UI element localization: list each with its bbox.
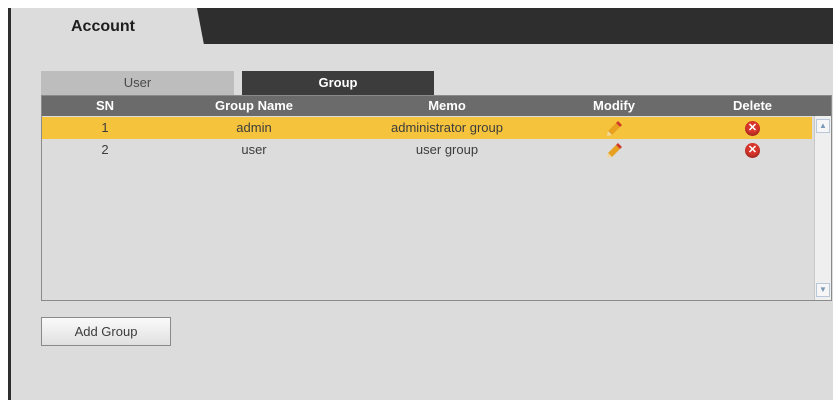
- pencil-icon[interactable]: [606, 120, 622, 137]
- subtab-group[interactable]: Group: [242, 71, 434, 95]
- header-group-name: Group Name: [214, 98, 293, 113]
- row-sn: 1: [101, 120, 109, 135]
- row-group-name: user: [241, 142, 267, 157]
- header-delete: Delete: [732, 98, 773, 113]
- table-row[interactable]: 1 admin administrator group ✕: [42, 117, 812, 139]
- scroll-up-icon[interactable]: ▲: [816, 119, 830, 133]
- subtab-user[interactable]: User: [41, 71, 234, 95]
- delete-icon[interactable]: ✕: [745, 121, 760, 137]
- scroll-down-icon[interactable]: ▼: [816, 283, 830, 297]
- row-memo: user group: [415, 142, 479, 157]
- delete-button[interactable]: ✕: [674, 139, 831, 161]
- header-sn: SN: [95, 98, 115, 113]
- table-header: SN Group Name Memo Modify Delete: [42, 96, 831, 116]
- delete-icon[interactable]: ✕: [745, 143, 760, 159]
- row-memo: administrator group: [391, 120, 503, 135]
- table-scrollbar[interactable]: ▲ ▼: [814, 116, 831, 300]
- header-memo: Memo: [428, 98, 466, 113]
- row-group-name: admin: [236, 120, 272, 135]
- delete-button[interactable]: ✕: [674, 117, 831, 139]
- table-row[interactable]: 2 user user group ✕: [42, 139, 812, 161]
- modify-button[interactable]: [554, 139, 674, 161]
- header-modify: Modify: [593, 98, 635, 113]
- add-group-button[interactable]: Add Group: [41, 317, 171, 346]
- subtab-bar: User Group: [41, 71, 434, 95]
- row-sn: 2: [101, 142, 109, 157]
- account-panel: Account User Group SN Group Name Memo Mo…: [8, 8, 833, 400]
- tab-account[interactable]: Account: [11, 8, 204, 45]
- pencil-icon[interactable]: [606, 142, 622, 159]
- modify-button[interactable]: [554, 117, 674, 139]
- group-table: SN Group Name Memo Modify Delete 1 admin…: [41, 95, 832, 301]
